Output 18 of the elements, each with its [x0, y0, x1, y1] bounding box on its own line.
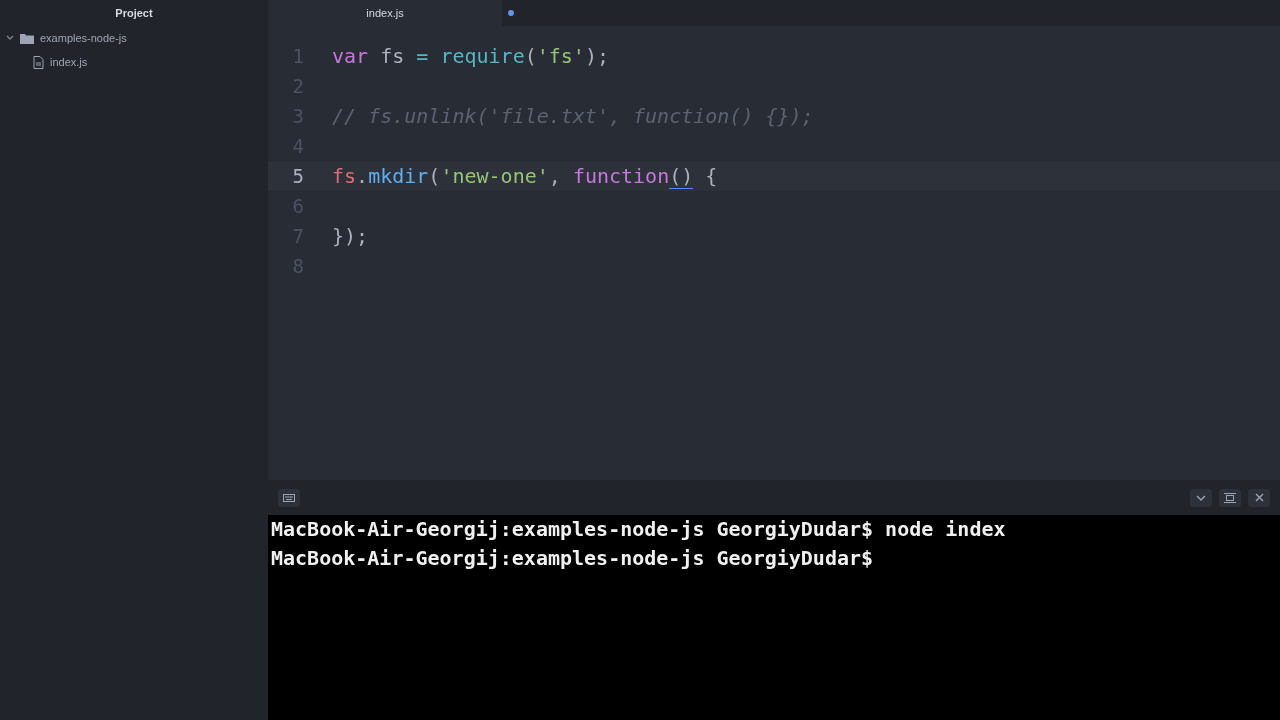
code-line: // fs.unlink('file.txt', function() {}); [332, 104, 814, 128]
code-line: var fs = require('fs'); [332, 44, 609, 68]
close-icon[interactable] [1248, 488, 1270, 507]
folder-icon [20, 32, 34, 44]
file-icon [33, 55, 44, 69]
code-line: fs.mkdir('new-one', function() { [332, 164, 718, 188]
folder-name[interactable]: examples-node-js [40, 32, 127, 44]
chevron-down-icon[interactable] [1190, 488, 1212, 507]
chevron-icon[interactable] [6, 34, 14, 42]
file-name[interactable]: index.js [50, 56, 88, 68]
keyboard-icon[interactable] [278, 488, 300, 507]
terminal-line: MacBook-Air-Georgij:examples-node-js GeorgiyDudar$ [271, 546, 874, 570]
panel-title: Project [115, 7, 153, 19]
code-line: }); [332, 224, 369, 248]
terminal[interactable]: MacBook-Air-Georgij:examples-node-js GeorgiyDudar$ node index MacBook-Air-Georgij:examples-node-js GeorgiyDudar$ [268, 515, 1280, 720]
maximize-icon[interactable] [1219, 488, 1241, 507]
line-number: 5 [291, 165, 305, 187]
terminal-line: MacBook-Air-Georgij:examples-node-js GeorgiyDudar$ node index [271, 517, 1006, 541]
